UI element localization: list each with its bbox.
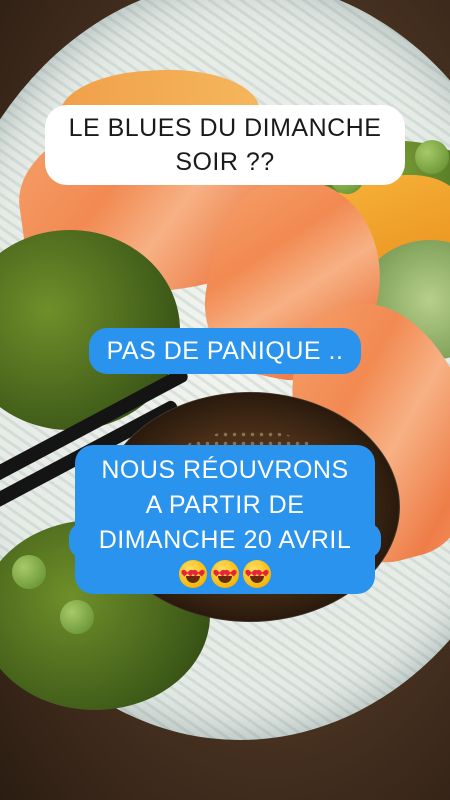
reopen-line-3: DIMANCHE 20 AVRIL [69,523,381,558]
reopen-line-2: A PARTIR DE [145,491,305,519]
heart-eyes-emoji-icon [179,560,207,588]
panic-text: PAS DE PANIQUE .. [88,328,362,374]
reopen-sticker[interactable]: NOUS RÉOUVRONS A PARTIR DE DIMANCHE 20 A… [0,445,450,594]
reopen-line-1: NOUS RÉOUVRONS [101,456,349,484]
title-line-2: SOIR ?? [175,148,275,176]
edamame [60,600,94,634]
heart-eyes-emoji-icon [211,560,239,588]
heart-eyes-emoji-icon [243,560,271,588]
panic-sticker[interactable]: PAS DE PANIQUE .. [0,328,450,374]
title-sticker[interactable]: LE BLUES DU DIMANCHE SOIR ?? [0,105,450,185]
emoji-row [81,560,369,588]
title-line-1: LE BLUES DU DIMANCHE [68,114,382,142]
